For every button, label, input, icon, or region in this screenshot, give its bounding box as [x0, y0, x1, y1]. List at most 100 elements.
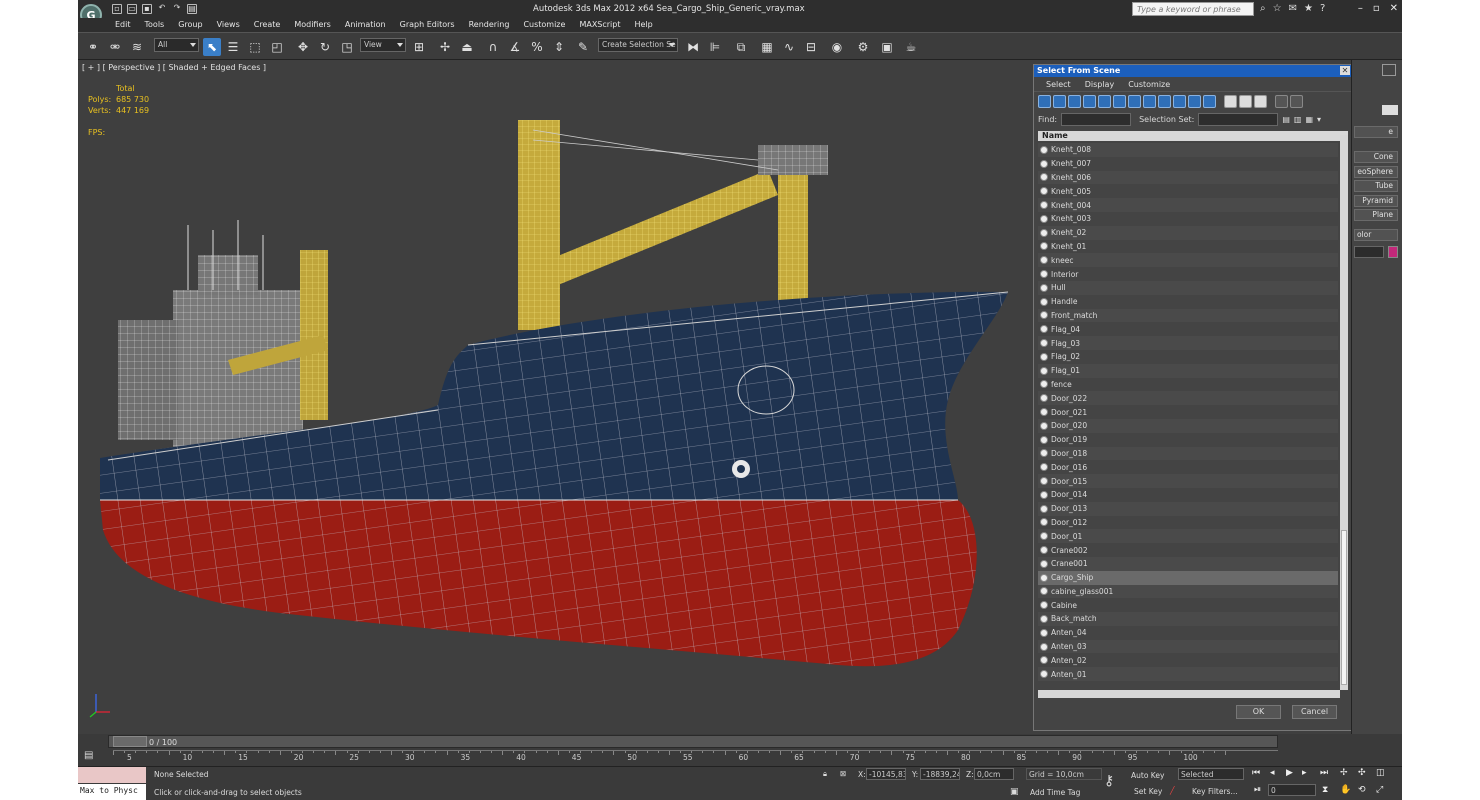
z-coordinate-field[interactable]: 0,0cm: [974, 768, 1014, 780]
zoom-all-icon[interactable]: ✣: [1358, 768, 1366, 778]
material-editor-icon[interactable]: ◉: [828, 38, 846, 56]
display-lights-icon[interactable]: [1068, 94, 1081, 108]
vertical-scrollbar[interactable]: [1340, 135, 1348, 690]
undo-icon[interactable]: ↶: [157, 4, 167, 14]
menu-modifiers[interactable]: Modifiers: [287, 18, 338, 32]
list-item[interactable]: Door_01: [1038, 529, 1338, 544]
list-item[interactable]: Cargo_Ship: [1038, 570, 1338, 585]
link-icon[interactable]: ⚭: [84, 38, 102, 56]
list-item[interactable]: Door_021: [1038, 405, 1338, 419]
set-key-button[interactable]: Set Key: [1134, 787, 1162, 796]
list-item[interactable]: fence: [1038, 378, 1338, 392]
default-in-out-tangent-icon[interactable]: ╱: [1170, 786, 1175, 795]
pivot-center-icon[interactable]: ⊞: [410, 38, 428, 56]
list-item[interactable]: Anten_01: [1038, 667, 1338, 682]
list-item[interactable]: Interior: [1038, 267, 1338, 281]
display-helpers-icon[interactable]: [1098, 94, 1111, 108]
menu-maxscript[interactable]: MAXScript: [572, 18, 627, 32]
list-item[interactable]: Door_020: [1038, 418, 1338, 433]
menu-rendering[interactable]: Rendering: [462, 18, 517, 32]
project-folder-icon[interactable]: ▤: [187, 4, 197, 14]
list-item[interactable]: Kneht_006: [1038, 170, 1338, 185]
list-item[interactable]: Front_match: [1038, 308, 1338, 323]
list-item[interactable]: Door_016: [1038, 460, 1338, 474]
curve-editor-icon[interactable]: ∿: [780, 38, 798, 56]
display-frozen-icon[interactable]: [1188, 94, 1201, 108]
auto-key-button[interactable]: Auto Key: [1131, 771, 1164, 780]
edit-named-selection-icon[interactable]: ✎: [574, 38, 592, 56]
x-coordinate-field[interactable]: -10145,836: [866, 768, 906, 780]
selection-filter-dropdown[interactable]: All: [154, 38, 199, 52]
time-configuration-icon[interactable]: ⧗: [1322, 785, 1328, 795]
menu-create[interactable]: Create: [247, 18, 288, 32]
percent-snap-icon[interactable]: %: [528, 38, 546, 56]
list-item[interactable]: Hull: [1038, 280, 1338, 295]
list-item[interactable]: Flag_03: [1038, 336, 1338, 350]
maximize-viewport-icon[interactable]: ⤢: [1376, 785, 1383, 795]
name-and-color-rollout[interactable]: olor: [1354, 229, 1398, 241]
redo-icon[interactable]: ↷: [172, 4, 182, 14]
list-item[interactable]: Door_012: [1038, 516, 1338, 530]
hierarchy-icon[interactable]: [1290, 94, 1303, 108]
play-icon[interactable]: ▶: [1286, 768, 1293, 778]
list-item[interactable]: Crane001: [1038, 556, 1338, 571]
align-icon[interactable]: ⊫: [706, 38, 724, 56]
rendered-frame-window-icon[interactable]: ▣: [878, 38, 896, 56]
key-icon[interactable]: ⚷: [1104, 773, 1114, 789]
graphite-toolbox-icon[interactable]: ▦: [758, 38, 776, 56]
select-and-scale-icon[interactable]: ◳: [338, 38, 356, 56]
create-tab-icon[interactable]: [1382, 64, 1396, 76]
list-item[interactable]: Handle: [1038, 295, 1338, 309]
list-item[interactable]: Flag_02: [1038, 350, 1338, 364]
go-to-end-icon[interactable]: ⏭: [1320, 768, 1328, 778]
list-item[interactable]: Door_019: [1038, 433, 1338, 447]
find-input[interactable]: [1061, 112, 1132, 126]
list-item[interactable]: Door_014: [1038, 488, 1338, 502]
select-and-rotate-icon[interactable]: ↻: [316, 38, 334, 56]
list-item[interactable]: Flag_04: [1038, 322, 1338, 336]
display-groups-icon[interactable]: [1128, 94, 1141, 108]
next-frame-icon[interactable]: ▸: [1302, 768, 1307, 778]
restore-icon[interactable]: ▫: [1373, 3, 1380, 14]
subscription-icon[interactable]: ☆: [1273, 3, 1282, 15]
manipulate-icon[interactable]: ✢: [436, 38, 454, 56]
unlink-icon[interactable]: ⚮: [106, 38, 124, 56]
list-item[interactable]: Back_match: [1038, 612, 1338, 626]
list-item[interactable]: Crane002: [1038, 543, 1338, 557]
dialog-menu-customize[interactable]: Customize: [1122, 80, 1176, 89]
minimize-icon[interactable]: –: [1358, 3, 1363, 14]
render-setup-icon[interactable]: ⚙: [854, 38, 872, 56]
edit-set-icon[interactable]: ▥: [1294, 115, 1302, 124]
list-item[interactable]: Door_013: [1038, 501, 1338, 516]
rectangular-selection-icon[interactable]: ⬚: [246, 38, 264, 56]
cone-button[interactable]: Cone: [1354, 151, 1398, 163]
mirror-icon[interactable]: ⧓: [684, 38, 702, 56]
list-item[interactable]: Anten_03: [1038, 639, 1338, 654]
menu-views[interactable]: Views: [210, 18, 247, 32]
maxscript-mini-listener[interactable]: Max to Physc: [78, 784, 146, 800]
maxscript-listener-output[interactable]: [78, 767, 146, 783]
list-item[interactable]: Kneht_003: [1038, 212, 1338, 226]
object-type-rollout[interactable]: e: [1354, 126, 1398, 138]
list-item[interactable]: kneec: [1038, 253, 1338, 268]
named-selection-set-dropdown[interactable]: Create Selection Se: [598, 38, 678, 52]
options-chevron-icon[interactable]: ▾: [1317, 115, 1321, 124]
list-item[interactable]: Anten_04: [1038, 626, 1338, 640]
dialog-menu-select[interactable]: Select: [1040, 80, 1077, 89]
display-containers-icon[interactable]: [1173, 94, 1186, 108]
column-header-name[interactable]: Name: [1038, 131, 1348, 141]
time-tag-icon[interactable]: ▣: [1010, 787, 1019, 797]
zoom-extents-icon[interactable]: ◫: [1376, 768, 1385, 778]
display-invert-icon[interactable]: [1254, 94, 1267, 108]
display-none-icon[interactable]: [1239, 94, 1252, 108]
dialog-menu-display[interactable]: Display: [1079, 80, 1121, 89]
select-set-icon[interactable]: ▤: [1282, 115, 1290, 124]
spinner-snap-icon[interactable]: ⇕: [550, 38, 568, 56]
mini-curve-editor-icon[interactable]: ▤: [84, 750, 93, 761]
key-mode-toggle-icon[interactable]: ⏯: [1254, 785, 1261, 795]
list-item[interactable]: Anten_02: [1038, 653, 1338, 667]
key-filters-button[interactable]: Key Filters...: [1192, 787, 1238, 796]
geosphere-button[interactable]: eoSphere: [1354, 166, 1398, 178]
plane-button[interactable]: Plane: [1354, 209, 1398, 221]
close-icon[interactable]: ✕: [1390, 3, 1398, 14]
